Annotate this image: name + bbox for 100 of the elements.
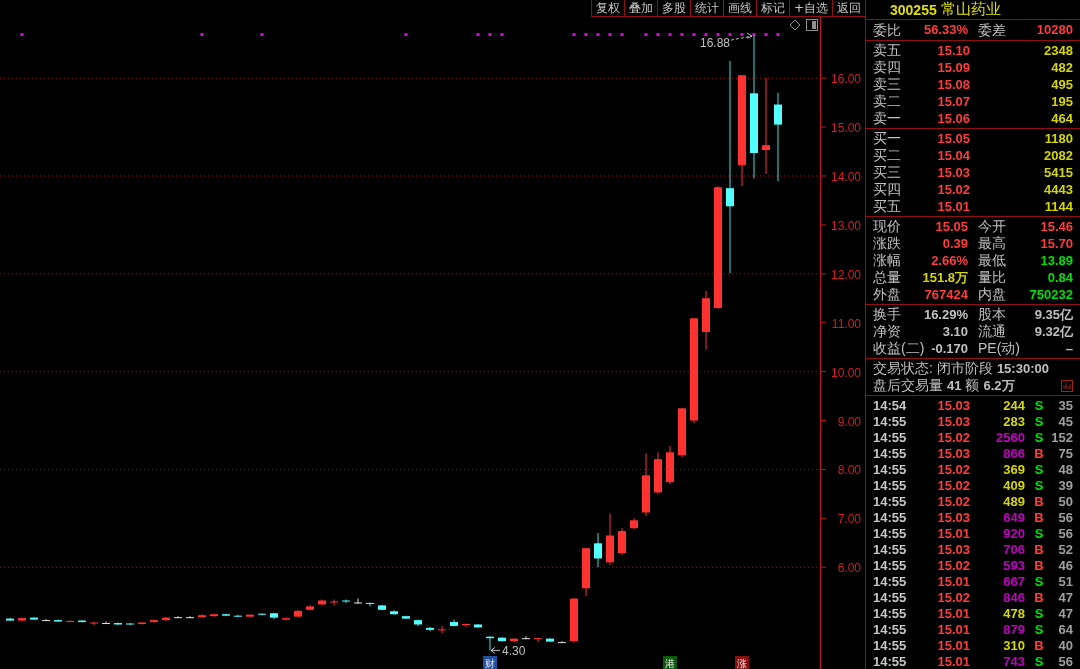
- trade-time: 14:55: [873, 574, 908, 590]
- field-label: 最高: [978, 235, 1006, 252]
- trade-count: 39: [1057, 478, 1073, 494]
- toolbar-button[interactable]: 多股: [656, 0, 690, 17]
- trade-price: 15.01: [936, 622, 970, 638]
- order-volume: 464: [1050, 110, 1073, 127]
- trade-side: B: [1033, 542, 1045, 558]
- order-volume: 1144: [1043, 198, 1073, 215]
- field-value: 16.29%: [923, 306, 968, 323]
- field-value: 0.39: [942, 235, 968, 252]
- trade-time: 14:55: [873, 478, 908, 494]
- trade-count: 75: [1057, 446, 1073, 462]
- order-price: 15.08: [936, 76, 970, 93]
- trade-side: S: [1033, 526, 1045, 542]
- field-label: 内盘: [978, 286, 1006, 303]
- trade-volume: 593: [1002, 558, 1025, 574]
- trade-count: 56: [1057, 510, 1073, 526]
- field-value: 767424: [924, 286, 968, 303]
- price-label: 16.88: [699, 36, 730, 51]
- status-label: 交易状态:: [873, 360, 933, 377]
- order-volume: 2082: [1043, 147, 1073, 164]
- field-label: PE(动): [978, 340, 1020, 357]
- toolbar-button[interactable]: +自选: [788, 0, 832, 17]
- axis-label: 12.00: [830, 267, 861, 282]
- candlestick: [666, 445, 674, 485]
- trade-side: B: [1033, 558, 1045, 574]
- toolbar-button[interactable]: 画线: [722, 0, 756, 17]
- trade-side: B: [1033, 638, 1045, 654]
- trade-price: 15.01: [936, 526, 970, 542]
- candlestick: [606, 512, 614, 566]
- order-price: 15.06: [936, 110, 970, 127]
- level-label: 卖五: [873, 42, 902, 59]
- chart-icon[interactable]: [1061, 379, 1073, 392]
- order-price: 15.05: [936, 130, 970, 147]
- field-value: 151.8万: [922, 269, 968, 286]
- field-label: 外盘: [873, 286, 901, 303]
- trade-count: 47: [1057, 606, 1073, 622]
- trade-price: 15.03: [936, 414, 970, 430]
- toolbar-button[interactable]: 返回: [832, 0, 865, 17]
- field-label: 最低: [978, 252, 1006, 269]
- trade-time: 14:55: [873, 430, 908, 446]
- axis-label: 7.00: [837, 512, 861, 527]
- trade-volume: 706: [1002, 542, 1025, 558]
- field-value: 9.35亿: [1034, 306, 1073, 323]
- trade-side: S: [1033, 430, 1045, 446]
- field-label: 总量: [873, 269, 901, 286]
- order-price: 15.10: [936, 42, 970, 59]
- field-label: 今开: [978, 218, 1006, 235]
- field-value: 13.89: [1040, 252, 1073, 269]
- field-value: 2.66%: [931, 252, 968, 269]
- toolbar-button[interactable]: 复权: [590, 0, 624, 17]
- axis-label: 9.00: [837, 414, 861, 429]
- trade-count: 46: [1057, 558, 1073, 574]
- trade-count: 40: [1057, 638, 1073, 654]
- event-tag: 港: [663, 656, 677, 669]
- trade-count: 47: [1057, 590, 1073, 606]
- leader-line: [730, 32, 753, 41]
- trade-count: 51: [1057, 574, 1073, 590]
- trade-volume: 920: [1002, 526, 1025, 542]
- field-label: 收益(二): [873, 340, 925, 357]
- trade-count: 56: [1057, 654, 1073, 669]
- event-tag: 涨: [735, 656, 749, 669]
- order-price: 15.04: [936, 147, 970, 164]
- toolbar-button[interactable]: 标记: [755, 0, 789, 17]
- trade-count: 56: [1057, 526, 1073, 542]
- trade-volume: 478: [1002, 606, 1025, 622]
- candlestick: [18, 617, 26, 622]
- order-price: 15.09: [936, 59, 970, 76]
- trade-volume: 649: [1002, 510, 1025, 526]
- field-value: 15.70: [1040, 235, 1073, 252]
- after-hours-label: 盘后交易量: [873, 377, 943, 394]
- trade-volume: 2560: [995, 430, 1025, 446]
- trade-time: 14:55: [873, 542, 908, 558]
- axis-label: 16.00: [830, 72, 861, 87]
- field-label: 委比: [873, 21, 901, 39]
- trade-time: 14:55: [873, 526, 908, 542]
- trade-volume: 310: [1002, 638, 1025, 654]
- level-label: 买一: [873, 130, 902, 147]
- field-value: 3.10: [942, 323, 968, 340]
- trade-price: 15.03: [936, 398, 970, 414]
- trade-time: 14:54: [873, 398, 908, 414]
- trade-time: 14:55: [873, 654, 908, 669]
- trade-count: 152: [1050, 430, 1073, 446]
- trade-side: B: [1033, 590, 1045, 606]
- trade-volume: 369: [1002, 462, 1025, 478]
- axis-label: 6.00: [837, 561, 861, 576]
- trade-volume: 879: [1002, 622, 1025, 638]
- order-price: 15.07: [936, 93, 970, 110]
- toolbar-button[interactable]: 统计: [689, 0, 723, 17]
- trade-side: S: [1033, 414, 1045, 430]
- level-label: 卖二: [873, 93, 902, 110]
- leader-line: [490, 646, 501, 654]
- trade-side: S: [1033, 606, 1045, 622]
- level-label: 买三: [873, 164, 902, 181]
- toolbar-button[interactable]: 叠加: [623, 0, 657, 17]
- level-label: 买四: [873, 181, 902, 198]
- trade-volume: 283: [1002, 414, 1025, 430]
- trade-volume: 409: [1002, 478, 1025, 494]
- order-price: 15.02: [936, 181, 970, 198]
- candlestick: [678, 407, 686, 458]
